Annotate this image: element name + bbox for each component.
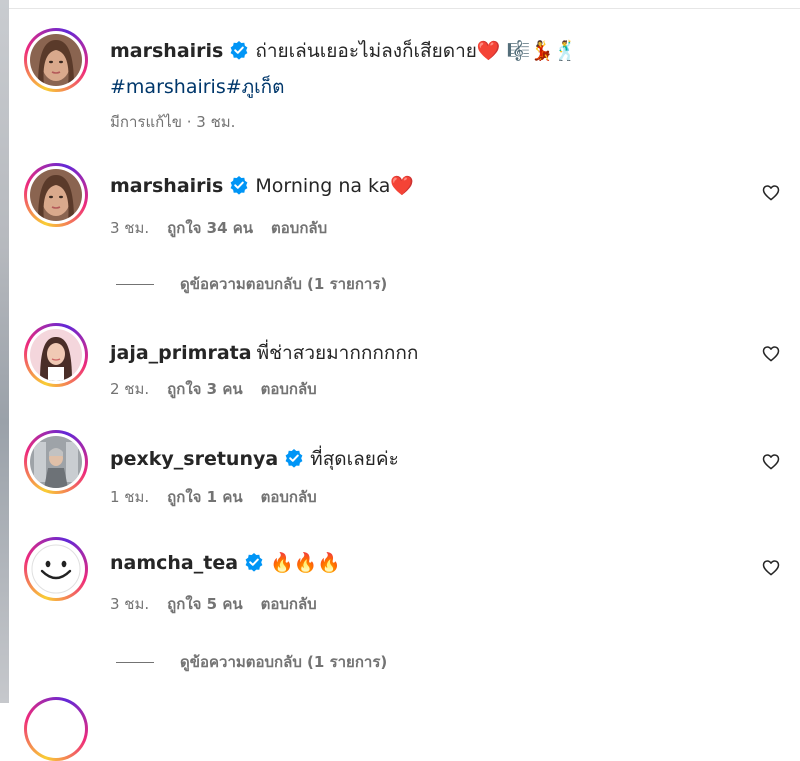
comment-time: 2 ชม. <box>110 380 150 398</box>
verified-badge-icon <box>284 448 304 472</box>
comment-line: marshairis Morning na ka❤️ <box>110 174 414 199</box>
verified-badge-icon <box>244 552 264 576</box>
verified-badge-icon <box>229 175 249 199</box>
avatar-namcha_tea[interactable] <box>24 537 88 601</box>
comment-text: 🔥🔥🔥 <box>270 552 342 574</box>
caption-line: marshairis ถ่ายเล่นเยอะไม่ลงก็เสียดาย❤️ 🎼… <box>110 36 578 66</box>
reply-button[interactable]: ตอบกลับ <box>261 380 317 398</box>
comment-line: jaja_primrata พี่ช่าสวยมากกกกกก <box>110 338 418 368</box>
reply-button[interactable]: ตอบกลับ <box>261 595 317 613</box>
comment-meta: 2 ชม. ถูกใจ 3 คน ตอบกลับ <box>110 377 335 401</box>
heart-outline-icon[interactable] <box>762 184 780 201</box>
likes-count[interactable]: ถูกใจ 5 คน <box>167 595 242 613</box>
comment-text: Morning na ka❤️ <box>255 175 415 197</box>
reply-button[interactable]: ตอบกลับ <box>261 488 317 506</box>
replies-divider <box>116 284 154 285</box>
avatar-next-comment[interactable] <box>24 697 88 761</box>
username[interactable]: jaja_primrata <box>110 342 252 364</box>
comment-meta: 1 ชม. ถูกใจ 1 คน ตอบกลับ <box>110 485 335 509</box>
comment-time: 3 ชม. <box>110 595 150 613</box>
caption-meta: มีการแก้ไข · 3 ชม. <box>110 113 236 131</box>
username[interactable]: pexky_sretunya <box>110 448 278 470</box>
heart-outline-icon[interactable] <box>762 453 780 470</box>
username[interactable]: namcha_tea <box>110 552 238 574</box>
avatar-marshairis[interactable] <box>24 163 88 227</box>
view-replies-label[interactable]: ดูข้อความตอบกลับ (1 รายการ) <box>180 275 387 293</box>
verified-badge-icon <box>229 40 249 64</box>
username[interactable]: marshairis <box>110 40 223 62</box>
username[interactable]: marshairis <box>110 175 223 197</box>
comment-line: pexky_sretunya ที่สุดเลยค่ะ <box>110 444 399 474</box>
comment-meta: 3 ชม. ถูกใจ 5 คน ตอบกลับ <box>110 592 335 616</box>
heart-outline-icon[interactable] <box>762 345 780 362</box>
caption-text: ถ่ายเล่นเยอะไม่ลงก็เสียดาย❤️ 🎼💃🕺 <box>255 40 578 62</box>
heart-outline-icon[interactable] <box>762 559 780 576</box>
view-replies-button[interactable]: ดูข้อความตอบกลับ (1 รายการ) <box>116 650 387 674</box>
comment-text: ที่สุดเลยค่ะ <box>310 448 399 470</box>
likes-count[interactable]: ถูกใจ 1 คน <box>167 488 242 506</box>
reply-button[interactable]: ตอบกลับ <box>271 219 327 237</box>
comment-text: พี่ช่าสวยมากกกกกก <box>256 342 419 364</box>
replies-divider <box>116 662 154 663</box>
avatar-jaja_primrata[interactable] <box>24 323 88 387</box>
window-edge <box>0 0 9 703</box>
avatar-marshairis[interactable] <box>24 28 88 92</box>
comment-time: 3 ชม. <box>110 219 150 237</box>
comment-line: namcha_tea 🔥🔥🔥 <box>110 551 341 576</box>
hashtag-link[interactable]: #marshairis#ภูเก็ต <box>110 76 285 98</box>
likes-count[interactable]: ถูกใจ 3 คน <box>167 380 242 398</box>
comment-time: 1 ชม. <box>110 488 150 506</box>
view-replies-label[interactable]: ดูข้อความตอบกลับ (1 รายการ) <box>180 653 387 671</box>
comment-meta: 3 ชม. ถูกใจ 34 คน ตอบกลับ <box>110 216 345 240</box>
likes-count[interactable]: ถูกใจ 34 คน <box>167 219 253 237</box>
divider <box>9 8 800 9</box>
avatar-pexky_sretunya[interactable] <box>24 430 88 494</box>
view-replies-button[interactable]: ดูข้อความตอบกลับ (1 รายการ) <box>116 272 387 296</box>
